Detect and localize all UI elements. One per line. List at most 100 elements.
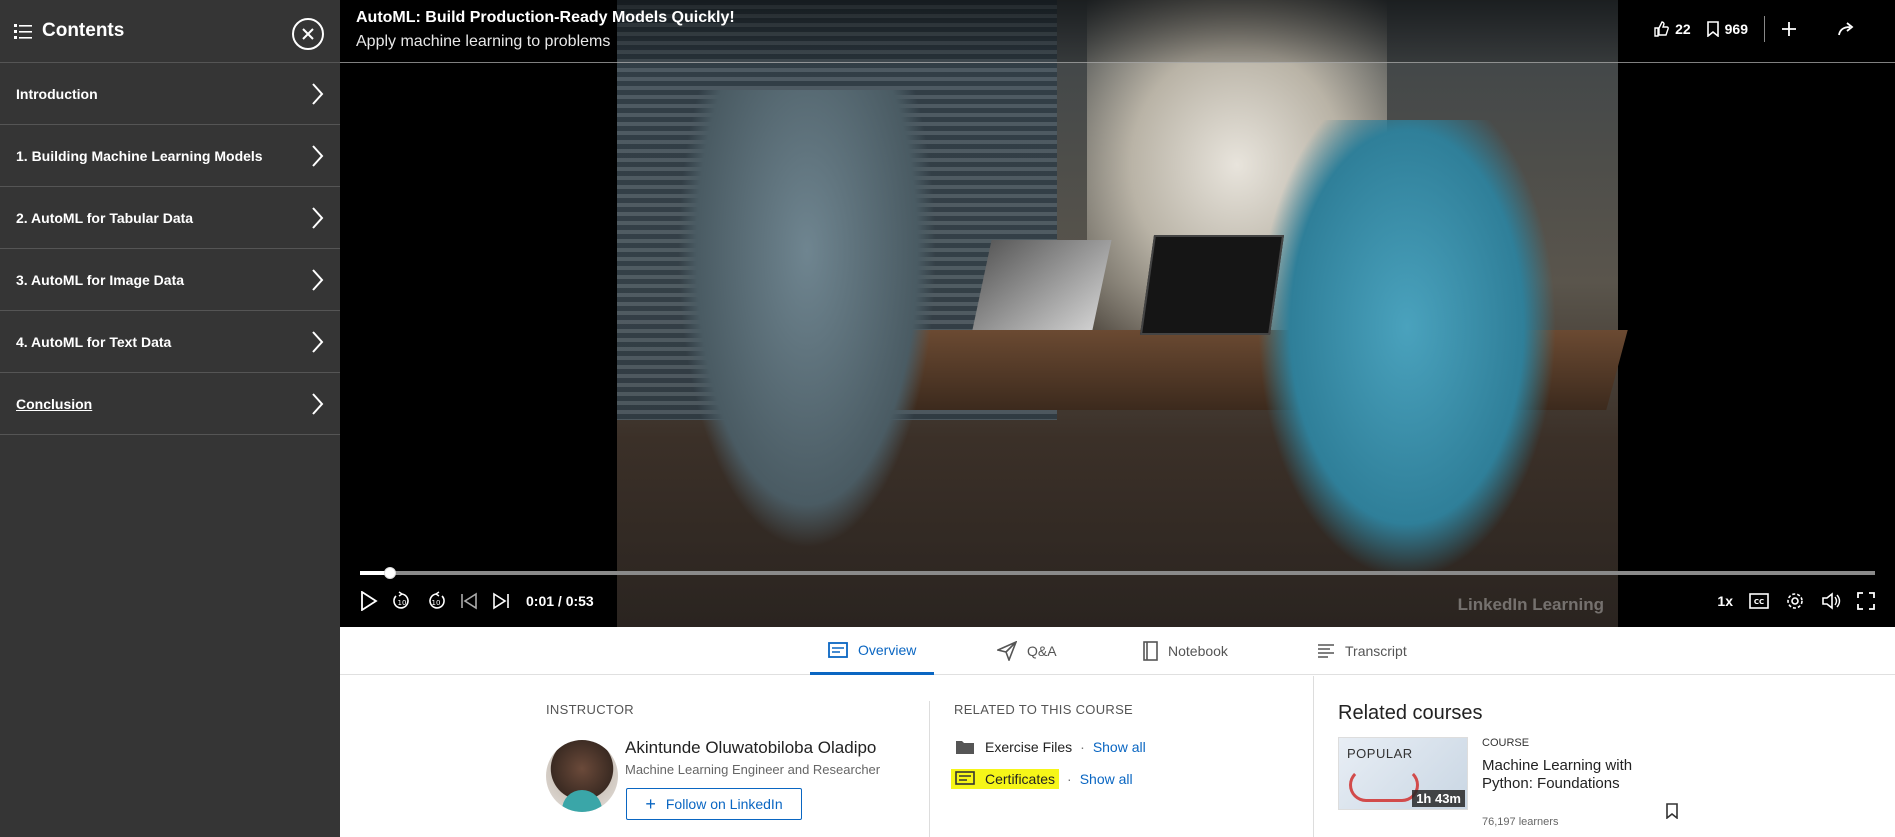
course-thumbnail[interactable]: POPULAR 1h 43m [1338, 737, 1468, 810]
fullscreen-button[interactable] [1857, 592, 1875, 610]
video-player[interactable]: LinkedIn Learning AutoML: Build Producti… [340, 0, 1895, 627]
play-icon [361, 591, 378, 611]
exercise-files-show-all-link[interactable]: Show all [1093, 739, 1146, 755]
chapter-label: Introduction [16, 85, 98, 102]
chapter-label: 4. AutoML for Text Data [16, 333, 172, 350]
thumbs-up-icon [1654, 21, 1669, 37]
playback-controls: 10 10 0:01 / 0:53 [360, 588, 594, 614]
sidebar-item-chapter-2[interactable]: 2. AutoML for Tabular Data [0, 187, 340, 249]
chevron-right-icon [312, 82, 324, 105]
tab-label: Overview [858, 641, 917, 658]
exercise-files-row: Exercise Files · Show all [955, 736, 1146, 758]
linkedin-learning-watermark: LinkedIn Learning [1457, 595, 1604, 614]
rewind-10-icon: 10 [393, 591, 409, 609]
tab-transcript[interactable]: Transcript [1317, 627, 1407, 675]
share-icon [1838, 22, 1854, 36]
tab-label: Notebook [1168, 643, 1228, 659]
player-settings: 1x CC [1701, 588, 1875, 614]
like-button[interactable]: 22 [1653, 21, 1691, 37]
save-count: 969 [1724, 21, 1748, 37]
svg-text:CC: CC [1754, 598, 1764, 606]
instructor-name[interactable]: Akintunde Oluwatobiloba Oladipo [625, 738, 876, 758]
add-button[interactable] [1781, 21, 1803, 37]
chevron-right-icon [312, 392, 324, 415]
sidebar-title: Contents [42, 20, 125, 41]
exercise-files-label: Exercise Files [985, 739, 1073, 755]
tab-qa[interactable]: Q&A [997, 627, 1057, 675]
progress-handle[interactable] [384, 567, 397, 579]
popular-badge: POPULAR [1347, 746, 1413, 761]
save-course-button[interactable] [1666, 803, 1678, 824]
forward-10-icon: 10 [429, 591, 445, 609]
overview-icon [828, 641, 848, 658]
chapter-label: 1. Building Machine Learning Models [16, 147, 263, 164]
course-learners: 76,197 learners [1482, 816, 1559, 828]
chapter-label: 2. AutoML for Tabular Data [16, 209, 194, 226]
video-actions: 22 969 [1637, 16, 1861, 42]
certificates-show-all-link[interactable]: Show all [1080, 771, 1133, 787]
certificates-label: Certificates [985, 771, 1056, 787]
avatar[interactable] [546, 740, 618, 812]
tab-label: Transcript [1345, 643, 1407, 659]
follow-button[interactable]: + Follow on LinkedIn [626, 788, 802, 820]
play-button[interactable] [360, 591, 378, 611]
close-sidebar-button[interactable] [292, 18, 324, 50]
sidebar-item-chapter-1[interactable]: 1. Building Machine Learning Models [0, 125, 340, 187]
svg-text:10: 10 [398, 599, 407, 607]
skip-next-icon [493, 592, 509, 610]
time-display: 0:01 / 0:53 [526, 593, 594, 609]
sidebar-item-introduction[interactable]: Introduction [0, 63, 340, 125]
plus-icon [1782, 22, 1796, 36]
folder-icon [955, 739, 975, 755]
related-section-label: RELATED TO THIS COURSE [954, 702, 1134, 717]
volume-button[interactable] [1821, 592, 1841, 610]
settings-button[interactable] [1785, 591, 1805, 611]
fullscreen-icon [1857, 592, 1875, 610]
tab-notebook[interactable]: Notebook [1142, 627, 1228, 675]
video-header: AutoML: Build Production-Ready Models Qu… [340, 0, 1895, 63]
speed-button[interactable]: 1x [1717, 593, 1733, 609]
tab-overview[interactable]: Overview [810, 627, 935, 675]
video-title: AutoML: Build Production-Ready Models Qu… [356, 9, 735, 26]
sidebar-header: Contents [0, 0, 340, 63]
course-duration: 1h 43m [1412, 790, 1465, 807]
sidebar-item-conclusion[interactable]: Conclusion [0, 373, 340, 435]
chevron-right-icon [312, 330, 324, 353]
share-button[interactable] [1837, 21, 1861, 37]
instructor-title: Machine Learning Engineer and Researcher [625, 762, 881, 777]
sidebar-item-chapter-4[interactable]: 4. AutoML for Text Data [0, 311, 340, 373]
related-courses-title: Related courses [1338, 702, 1483, 724]
chapter-label: 3. AutoML for Image Data [16, 271, 185, 288]
forward-10-button[interactable]: 10 [426, 591, 446, 611]
bookmark-icon [1706, 21, 1719, 37]
certificates-highlight: Certificates [951, 769, 1060, 789]
notebook-icon [1143, 641, 1158, 661]
certificates-row: Certificates · Show all [951, 768, 1133, 790]
like-count: 22 [1675, 21, 1691, 37]
divider [929, 701, 930, 837]
plus-icon: + [645, 793, 656, 814]
list-icon [14, 24, 32, 39]
content-tabs: Overview Q&A Notebook Transcript [340, 627, 1895, 675]
captions-button[interactable]: CC [1749, 593, 1769, 609]
rewind-10-button[interactable]: 10 [392, 591, 412, 611]
transcript-icon [1318, 644, 1334, 658]
progress-bar[interactable] [360, 567, 1875, 579]
sidebar-item-chapter-3[interactable]: 3. AutoML for Image Data [0, 249, 340, 311]
contents-sidebar: Contents Introduction 1. Building Machin… [0, 0, 340, 837]
instructor-section-label: INSTRUCTOR [546, 702, 634, 717]
next-button[interactable] [492, 592, 510, 610]
course-title-link[interactable]: Machine Learning with Python: Foundation… [1482, 757, 1672, 793]
chevron-right-icon [312, 206, 324, 229]
paper-plane-icon [997, 641, 1017, 661]
bookmark-icon [1666, 803, 1678, 820]
save-button[interactable]: 969 [1706, 21, 1748, 37]
chevron-right-icon [312, 144, 324, 167]
tab-label: Q&A [1027, 643, 1057, 659]
previous-button[interactable] [460, 592, 478, 610]
chapter-label: Conclusion [16, 395, 93, 412]
volume-icon [1822, 592, 1841, 610]
svg-text:10: 10 [432, 599, 441, 607]
video-frame: LinkedIn Learning [617, 0, 1628, 627]
chevron-right-icon [312, 268, 324, 291]
